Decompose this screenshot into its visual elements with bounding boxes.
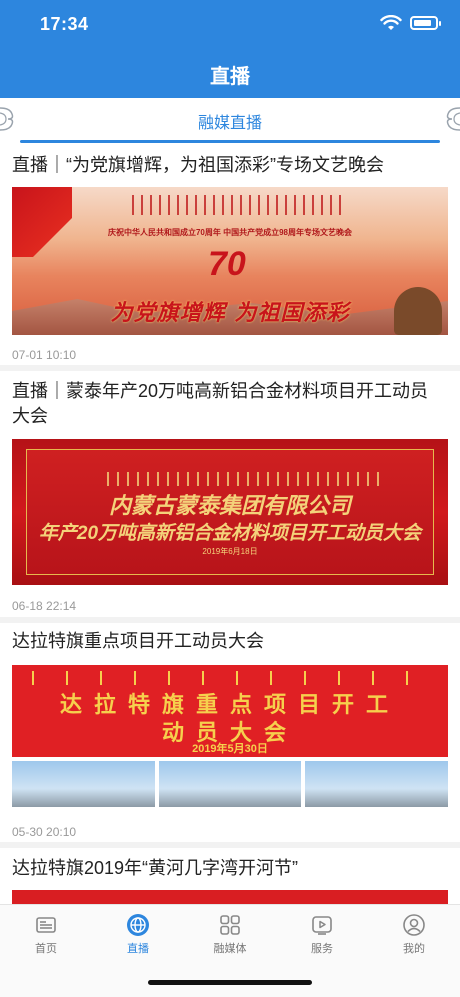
item-title: 达拉特旗重点项目开工动员大会	[12, 631, 264, 651]
list-item[interactable]: 达拉特旗2019年“黄河几字湾开河节”	[0, 848, 460, 904]
tab-home[interactable]: 首页	[16, 913, 76, 956]
tab-home-label: 首页	[35, 943, 57, 955]
item-thumbnail[interactable]	[12, 890, 448, 904]
thumbnail-line3: 2019年6月18日	[202, 547, 258, 556]
thumbnail-line2: 年产20万吨高新铝合金材料项目开工动员大会	[38, 523, 422, 544]
tab-service[interactable]: 服务	[292, 913, 352, 956]
list-item[interactable]: 直播｜“为党旗增辉，为祖国添彩”专场文艺晚会 庆祝中华人民共和国成立70周年 中…	[0, 145, 460, 367]
globe-icon	[127, 914, 149, 936]
list-item[interactable]: 直播｜蒙泰年产20万吨高新铝合金材料项目开工动员大会 内蒙古蒙泰集团有限公司 年…	[0, 371, 460, 616]
item-thumbnail[interactable]: 庆祝中华人民共和国成立70周年 中国共产党成立98周年专场文艺晚会 70 为党旗…	[12, 187, 448, 335]
tab-service-label: 服务	[311, 943, 333, 955]
battery-icon	[410, 16, 441, 30]
wifi-icon	[380, 15, 402, 30]
tab-media-label: 融媒体	[213, 943, 247, 955]
tab-profile-label: 我的	[403, 943, 425, 955]
tab-media[interactable]: 融媒体	[200, 913, 260, 956]
item-title: 直播｜“为党旗增辉，为祖国添彩”专场文艺晚会	[12, 155, 384, 175]
list-item[interactable]: 达拉特旗重点项目开工动员大会 达拉特旗重点项目开工 动员大会 2019年5月30…	[0, 623, 460, 841]
home-indicator[interactable]	[148, 980, 312, 985]
thumbnail-number: 70	[208, 245, 246, 283]
tab-live[interactable]: 直播	[108, 913, 168, 956]
live-subtab-bar: 融媒直播	[0, 98, 460, 144]
tab-live-label: 直播	[127, 943, 149, 955]
profile-icon	[403, 914, 425, 936]
news-icon	[36, 917, 56, 933]
active-tab-indicator	[20, 140, 440, 143]
thumbnail-subtitle: 庆祝中华人民共和国成立70周年 中国共产党成立98周年专场文艺晚会	[107, 228, 353, 237]
thumbnail-date: 2019年5月30日	[192, 743, 268, 755]
item-time: 06-18 22:14	[12, 599, 77, 613]
item-time: 07-01 10:10	[12, 348, 77, 362]
status-icons	[380, 15, 441, 31]
item-thumbnail[interactable]: 达拉特旗重点项目开工 动员大会 2019年5月30日	[12, 665, 448, 809]
item-title: 直播｜蒙泰年产20万吨高新铝合金材料项目开工动员大会	[12, 381, 429, 426]
grid-icon	[220, 915, 240, 935]
status-time: 17:34	[40, 14, 89, 34]
tab-rongmei-live[interactable]: 融媒直播	[0, 109, 460, 133]
item-time: 05-30 20:10	[12, 825, 77, 839]
tab-profile[interactable]: 我的	[384, 913, 444, 956]
thumbnail-line1: 内蒙古蒙泰集团有限公司	[108, 493, 351, 518]
play-icon	[312, 916, 332, 935]
top-header: 17:34 直播	[0, 0, 460, 98]
page-title: 直播	[210, 66, 250, 88]
item-thumbnail[interactable]: 内蒙古蒙泰集团有限公司 年产20万吨高新铝合金材料项目开工动员大会 2019年6…	[12, 439, 448, 585]
item-title: 达拉特旗2019年“黄河几字湾开河节”	[12, 858, 299, 878]
thumbnail-slogan: 为党旗增辉 为祖国添彩	[110, 300, 350, 326]
ornament-right-icon	[446, 107, 460, 131]
